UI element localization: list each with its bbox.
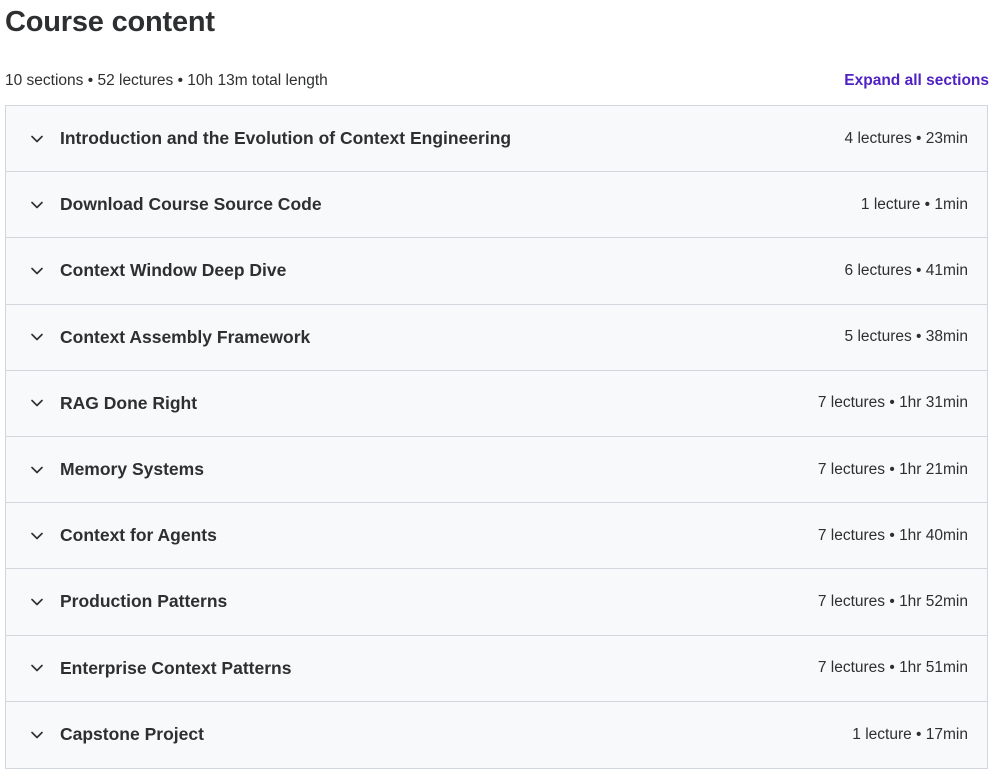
section-title: Introduction and the Evolution of Contex… — [60, 128, 512, 149]
section-header-6[interactable]: Memory Systems 7 lectures • 1hr 21min — [6, 436, 987, 504]
sections-accordion: Introduction and the Evolution of Contex… — [5, 105, 988, 769]
section-header-4[interactable]: Context Assembly Framework 5 lectures • … — [6, 304, 987, 371]
page-title: Course content — [5, 6, 215, 38]
section-title: Context for Agents — [60, 525, 217, 546]
section-title: Download Course Source Code — [60, 194, 322, 215]
section-meta: 6 lectures • 41min — [844, 261, 968, 279]
section-meta: 1 lecture • 17min — [852, 725, 968, 743]
section-meta: 4 lectures • 23min — [844, 129, 968, 147]
section-header-7[interactable]: Context for Agents 7 lectures • 1hr 40mi… — [6, 503, 987, 570]
section-title: Context Window Deep Dive — [60, 260, 287, 281]
section-header-2[interactable]: Download Course Source Code 1 lecture • … — [6, 172, 987, 239]
chevron-down-icon — [30, 661, 44, 675]
expand-all-sections-button[interactable]: Expand all sections — [844, 72, 989, 90]
section-header-8[interactable]: Production Patterns 7 lectures • 1hr 52m… — [6, 569, 987, 636]
chevron-down-icon — [30, 264, 44, 278]
section-meta: 5 lectures • 38min — [844, 328, 968, 346]
section-title: Enterprise Context Patterns — [60, 657, 292, 678]
section-header-1[interactable]: Introduction and the Evolution of Contex… — [6, 106, 987, 173]
section-meta: 7 lectures • 1hr 21min — [817, 460, 968, 478]
chevron-down-icon — [30, 330, 44, 344]
section-header-3[interactable]: Context Window Deep Dive 6 lectures • 41… — [6, 238, 987, 305]
chevron-down-icon — [30, 463, 44, 477]
section-header-9[interactable]: Enterprise Context Patterns 7 lectures •… — [6, 635, 987, 702]
course-summary-row: 10 sections • 52 lectures • 10h 13m tota… — [5, 70, 989, 92]
section-title: Capstone Project — [60, 724, 204, 745]
section-meta: 7 lectures • 1hr 31min — [817, 394, 968, 412]
section-meta: 1 lecture • 1min — [860, 195, 968, 213]
chevron-down-icon — [30, 132, 44, 146]
section-title: Memory Systems — [60, 459, 204, 480]
section-title: RAG Done Right — [60, 392, 198, 413]
section-title: Context Assembly Framework — [60, 326, 311, 347]
section-header-5[interactable]: RAG Done Right 7 lectures • 1hr 31min — [6, 370, 987, 437]
section-meta: 7 lectures • 1hr 51min — [817, 659, 968, 677]
course-summary-text: 10 sections • 52 lectures • 10h 13m tota… — [5, 72, 328, 89]
section-meta: 7 lectures • 1hr 52min — [817, 592, 968, 610]
chevron-down-icon — [30, 198, 44, 212]
chevron-down-icon — [30, 529, 44, 543]
chevron-down-icon — [30, 595, 44, 609]
chevron-down-icon — [30, 728, 44, 742]
chevron-down-icon — [30, 396, 44, 410]
section-title: Production Patterns — [60, 591, 228, 612]
section-header-10[interactable]: Capstone Project 1 lecture • 17min — [6, 701, 987, 768]
section-meta: 7 lectures • 1hr 40min — [817, 526, 968, 544]
